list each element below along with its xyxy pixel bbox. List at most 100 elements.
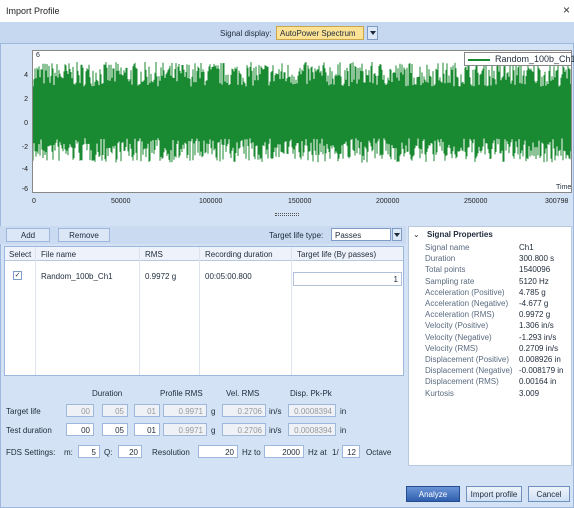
property-value: 0.2709 in/s [519,343,559,353]
hz-at-label: Hz at [308,448,327,457]
x-tick-label: 0 [32,198,36,205]
signal-display-bar: Signal display: AutoPower Spectrum [0,22,574,44]
unit-g: g [211,407,216,416]
row-checkbox[interactable]: ✓ [13,271,22,280]
test-duration-vel: 0.2706 [222,423,266,436]
resolution-label: Resolution [152,448,190,457]
col-rms: RMS [145,250,163,259]
duration-header: Duration [92,389,123,398]
property-value: 0.9972 g [519,310,551,320]
x-tick-label: 250000 [464,198,488,205]
splitter-handle[interactable] [275,213,299,216]
hz-to-label: Hz to [242,448,261,457]
signal-properties-panel: ⌄ Signal Properties Signal name Ch1 Durati… [408,226,572,466]
target-life-input[interactable]: 1 [293,272,402,286]
x-axis-label: Time [556,184,572,191]
x-tick-label: 100000 [199,198,223,205]
test-duration-rms: 0.9971 [163,423,207,436]
octave-label: Octave [366,448,392,457]
collapse-icon[interactable]: ⌄ [413,230,420,239]
m-label: m: [64,448,73,457]
disp-header: Disp. Pk-Pk [290,389,332,398]
chevron-down-icon[interactable] [367,26,378,40]
vel-rms-header: Vel. RMS [226,389,260,398]
property-value: -0.008179 in [519,366,564,376]
fds-octave-input[interactable]: 12 [342,445,360,458]
property-row: Kurtosis 3.009 [421,387,571,399]
table-header: Select File name RMS Recording duration … [5,247,403,261]
x-tick-label: 300798 [545,198,569,205]
target-life-seconds: 01 [134,404,160,417]
target-life-label: Target life [6,407,41,416]
y-tick-label: -6 [21,186,28,193]
property-name: Sampling rate [425,276,475,286]
property-name: Acceleration (Positive) [425,287,505,297]
profile-rms-header: Profile RMS [160,389,203,398]
y-tick-label: -2 [21,144,28,151]
property-row: Displacement (Negative) -0.008179 in [421,364,571,376]
fds-hz-to-input[interactable]: 2000 [264,445,304,458]
test-duration-minutes[interactable]: 05 [102,423,128,436]
fds-hz-from-input[interactable]: 20 [198,445,238,458]
octave-prefix: 1/ [332,448,339,457]
q-label: Q: [104,448,113,457]
x-tick-label: 200000 [376,198,400,205]
file-table: Select File name RMS Recording duration … [4,246,404,376]
signal-display-label: Signal display: [220,29,272,38]
y-tick-label: 2 [24,96,28,103]
property-row: Acceleration (Positive) 4.785 g [421,286,571,298]
y-tick-label: 4 [24,72,28,79]
time-signal-chart [32,50,572,193]
fds-m-input[interactable]: 5 [78,445,100,458]
property-value: Ch1 [519,243,534,252]
cancel-button[interactable]: Cancel [528,486,570,502]
chevron-down-icon[interactable] [392,228,402,241]
target-life-type-label: Target life type: [269,231,324,240]
property-name: Velocity (RMS) [425,343,478,353]
table-row[interactable]: ✓ Random_100b_Ch1 0.9972 g 00:05:00.800 … [5,269,403,286]
y-tick-label: -4 [21,166,28,173]
property-name: Displacement (Negative) [425,366,513,376]
col-target-life: Target life (By passes) [297,250,377,259]
property-row: Sampling rate 5120 Hz [421,275,571,287]
import-profile-button[interactable]: Import profile [466,486,522,502]
legend-swatch [468,59,490,61]
x-tick-label: 50000 [111,198,131,205]
target-life-type-select[interactable]: Passes [331,228,391,241]
property-value: 4.785 g [519,287,546,297]
cell-target-life: 1 [393,275,398,284]
test-duration-hours[interactable]: 00 [66,423,94,436]
chart-legend: Random_100b_Ch1 [464,52,574,66]
property-value: -1.293 in/s [519,332,557,342]
col-recording-duration: Recording duration [205,250,273,259]
remove-button[interactable]: Remove [58,228,110,242]
property-row: Acceleration (RMS) 0.9972 g [421,308,571,320]
unit-ins: in/s [269,426,282,435]
file-toolbar: Add Remove Target life type: Passes [0,226,406,244]
fds-q-input[interactable]: 20 [118,445,142,458]
test-duration-seconds[interactable]: 01 [134,423,160,436]
signal-display-select[interactable]: AutoPower Spectrum [276,26,364,40]
col-file-name: File name [41,250,77,259]
fds-label: FDS Settings: [6,448,56,457]
test-duration-disp: 0.0008394 [288,423,336,436]
target-life-rms: 0.9971 [163,404,207,417]
property-name: Displacement (Positive) [425,355,510,364]
analyze-button[interactable]: Analyze [406,486,460,502]
legend-label: Random_100b_Ch1 [495,54,574,64]
property-name: Total points [425,265,466,275]
unit-in: in [340,407,347,416]
property-value: 0.008926 in [519,355,561,364]
add-button[interactable]: Add [6,228,50,242]
property-value: 3.009 [519,388,540,398]
property-name: Velocity (Positive) [425,321,489,331]
property-row: Velocity (RMS) 0.2709 in/s [421,342,571,354]
property-row: Displacement (Positive) 0.008926 in [421,353,571,365]
col-select: Select [9,250,32,259]
property-row: Displacement (RMS) 0.00164 in [421,375,571,387]
target-life-hours: 00 [66,404,94,417]
window-title: Import Profile [6,6,60,16]
close-icon[interactable]: × [563,3,570,17]
property-row: Duration 300.800 s [421,252,571,264]
target-life-vel: 0.2706 [222,404,266,417]
